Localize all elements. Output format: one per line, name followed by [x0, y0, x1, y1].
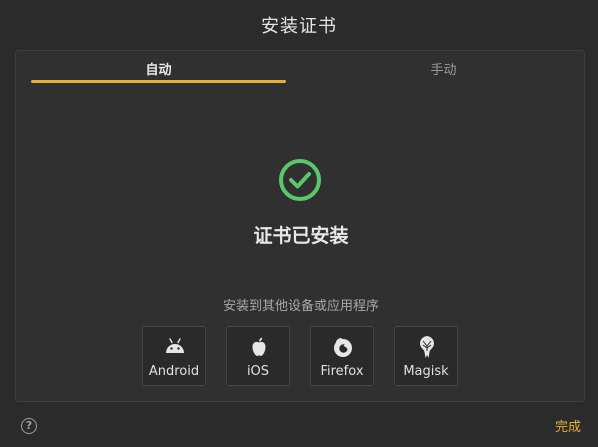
- magisk-label: Magisk: [403, 364, 449, 379]
- ios-label: iOS: [246, 364, 270, 379]
- status-text: 证书已安装: [253, 225, 349, 247]
- install-other-label: 安装到其他设备或应用程序: [222, 299, 379, 314]
- ios-button[interactable]: iOS: [226, 326, 290, 386]
- install-certificate-dialog: 安装证书 自动 手动 证书已安装 安装到其他设备或应用程序 Android iO…: [0, 0, 598, 447]
- tab-manual[interactable]: 手动: [316, 59, 571, 85]
- android-label: Android: [148, 364, 200, 379]
- content-panel: 自动 手动 证书已安装 安装到其他设备或应用程序 Android iOS Fir…: [15, 50, 585, 402]
- apple-icon: [252, 337, 266, 356]
- dialog-title: 安装证书: [261, 16, 337, 37]
- install-targets: Android iOS Firefox Magisk: [142, 326, 462, 386]
- magisk-button[interactable]: Magisk: [394, 326, 458, 386]
- active-tab-indicator: [31, 80, 286, 83]
- done-button[interactable]: 完成: [548, 416, 588, 436]
- android-button[interactable]: Android: [142, 326, 206, 386]
- help-icon[interactable]: ?: [21, 418, 37, 434]
- firefox-button[interactable]: Firefox: [310, 326, 374, 386]
- firefox-icon: [334, 338, 352, 357]
- firefox-label: Firefox: [320, 364, 364, 379]
- android-icon: [166, 338, 184, 353]
- magisk-icon: [420, 336, 434, 358]
- check-circle-icon: [279, 159, 321, 201]
